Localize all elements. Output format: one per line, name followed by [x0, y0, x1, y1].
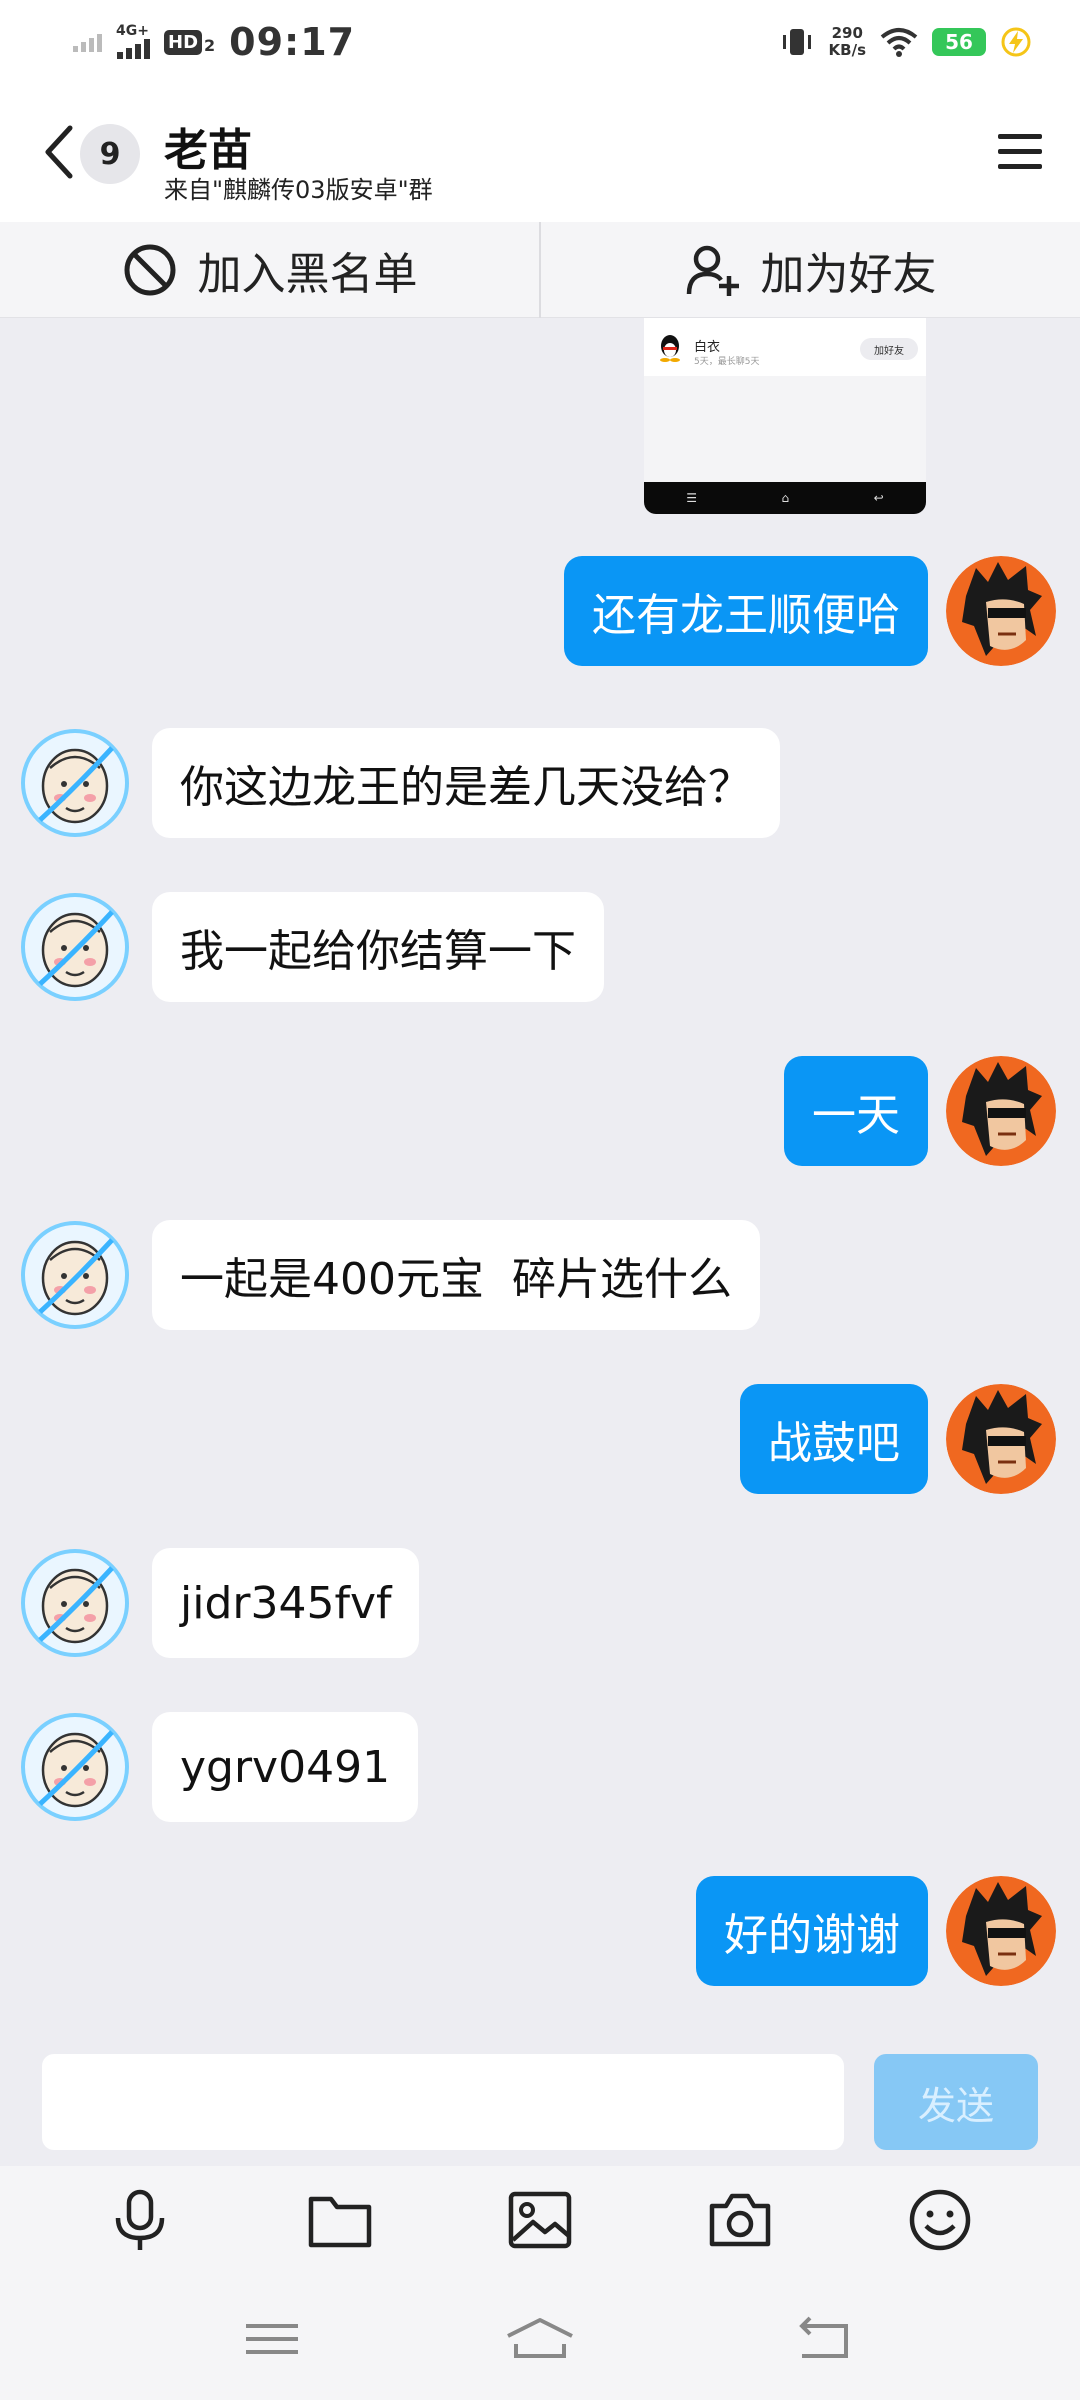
unread-count-badge[interactable]: 9	[80, 124, 140, 184]
message-bubble-outgoing[interactable]: 好的谢谢	[696, 1876, 928, 1986]
signal-strong: 4G+	[116, 24, 156, 60]
message-bubble-incoming[interactable]: 我一起给你结算一下	[152, 892, 604, 1002]
net-speed-value: 290	[831, 24, 863, 42]
image-message-desc: 5天，最长聊5天	[694, 357, 760, 367]
input-bar: 发送	[0, 2048, 1080, 2166]
message-bubble-outgoing[interactable]: 一天	[784, 1056, 928, 1166]
home-icon[interactable]	[504, 2314, 576, 2364]
hd-icon: HD 2	[164, 29, 216, 55]
message-bubble-incoming[interactable]: jidr345fvf	[152, 1548, 420, 1658]
avatar-contact[interactable]	[20, 892, 130, 1002]
camera-icon[interactable]	[704, 2184, 776, 2256]
avatar-self[interactable]	[946, 556, 1056, 666]
add-friend-label: 加为好友	[760, 248, 937, 300]
avatar-contact[interactable]	[20, 1548, 130, 1658]
avatar-self[interactable]	[946, 1876, 1056, 1986]
clock: 09:17	[229, 20, 356, 64]
block-icon	[124, 244, 175, 295]
image-nav-back-icon: ↩	[873, 491, 884, 505]
message-bubble-outgoing[interactable]: 还有龙王顺便哈	[564, 556, 928, 666]
message-input[interactable]	[42, 2054, 844, 2150]
self-avatar-icon	[946, 1056, 1056, 1166]
self-avatar-icon	[946, 1876, 1056, 1986]
add-friend-button[interactable]: 加为好友	[541, 222, 1080, 317]
menu-icon[interactable]	[996, 130, 1044, 174]
recent-apps-icon[interactable]	[240, 2314, 304, 2364]
network-type: 4G+	[116, 23, 149, 39]
message-bubble-incoming[interactable]: 一起是400元宝 碎片选什么	[152, 1220, 760, 1330]
image-nav-home-icon: ⌂	[781, 491, 790, 505]
contact-avatar-icon	[21, 1713, 129, 1821]
chat-header: 9 老苗 来自"麒麟传03版安卓"群	[0, 84, 1080, 222]
image-icon[interactable]	[504, 2184, 576, 2256]
avatar-contact[interactable]	[20, 728, 130, 838]
charging-icon	[1001, 27, 1031, 57]
back-nav-icon[interactable]	[794, 2314, 858, 2364]
image-message-card: 白衣 5天，最长聊5天 加好友	[644, 318, 926, 376]
microphone-icon[interactable]	[104, 2184, 176, 2256]
avatar-contact[interactable]	[20, 1712, 130, 1822]
signal-strong-icon	[117, 39, 150, 59]
add-user-icon	[686, 245, 739, 296]
add-to-blacklist-button[interactable]: 加入黑名单	[0, 222, 539, 317]
hd-sub: 2	[204, 35, 216, 55]
image-nav-menu-icon: ☰	[686, 491, 698, 505]
image-message-name: 白衣	[694, 340, 721, 355]
contact-avatar-icon	[21, 1549, 129, 1657]
self-avatar-icon	[946, 556, 1056, 666]
wifi-icon	[880, 28, 918, 57]
net-speed-unit: KB/s	[828, 41, 866, 59]
image-message[interactable]: 白衣 5天，最长聊5天 加好友 ☰ ⌂ ↩	[644, 318, 926, 514]
chat-title: 老苗	[164, 125, 252, 176]
back-icon[interactable]	[38, 122, 78, 182]
vibrate-icon	[782, 29, 811, 55]
net-speed: 290 KB/s	[829, 25, 866, 59]
input-toolbar	[0, 2166, 1080, 2274]
avatar-contact[interactable]	[20, 1220, 130, 1330]
emoji-icon[interactable]	[904, 2184, 976, 2256]
qq-penguin-icon	[660, 335, 680, 362]
contact-avatar-icon	[21, 893, 129, 1001]
chat-subtitle: 来自"麒麟传03版安卓"群	[164, 176, 433, 204]
contact-avatar-icon	[21, 1221, 129, 1329]
message-list[interactable]: 白衣 5天，最长聊5天 加好友 ☰ ⌂ ↩ 还有龙王顺便哈 你这边龙王的是差几天…	[0, 318, 1080, 2048]
status-right: 290 KB/s 56	[779, 18, 1032, 66]
image-message-navbar: ☰ ⌂ ↩	[644, 482, 926, 514]
message-bubble-outgoing[interactable]: 战鼓吧	[740, 1384, 928, 1494]
hd-label: HD	[164, 29, 203, 55]
blacklist-label: 加入黑名单	[197, 248, 418, 300]
status-left: 4G+ HD 2 09:17	[72, 18, 355, 66]
image-message-add-button: 加好友	[860, 338, 918, 360]
signal-weak-icon	[73, 34, 102, 52]
message-bubble-incoming[interactable]: 你这边龙王的是差几天没给？	[152, 728, 780, 838]
battery-indicator: 56	[932, 28, 986, 56]
avatar-self[interactable]	[946, 1384, 1056, 1494]
contact-avatar-icon	[21, 729, 129, 837]
avatar-self[interactable]	[946, 1056, 1056, 1166]
action-bar: 加入黑名单 加为好友	[0, 222, 1080, 318]
folder-icon[interactable]	[304, 2184, 376, 2256]
status-bar: 4G+ HD 2 09:17 290 KB/s 56	[0, 0, 1080, 84]
send-button[interactable]: 发送	[874, 2054, 1038, 2150]
system-navigation-bar	[0, 2274, 1080, 2400]
self-avatar-icon	[946, 1384, 1056, 1494]
message-bubble-incoming[interactable]: ygrv0491	[152, 1712, 419, 1822]
